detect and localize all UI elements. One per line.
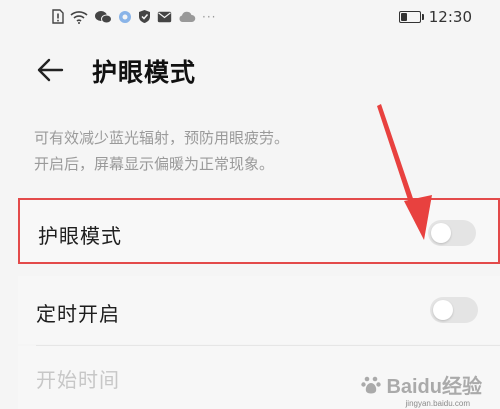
status-icons-right: 12:30: [398, 8, 472, 26]
eye-comfort-toggle[interactable]: [428, 220, 476, 246]
toggle-knob: [431, 223, 451, 243]
status-bar: ··· 12:30: [0, 0, 500, 34]
sim-warning-icon: [52, 9, 64, 24]
app-icon: [119, 10, 131, 23]
page-title: 护眼模式: [92, 58, 197, 87]
description-line-2: 开启后，屏幕显示偏暖为正常现象。: [34, 155, 275, 173]
wechat-icon: [95, 10, 112, 23]
setting-label-scheduled: 定时开启: [36, 302, 120, 326]
setting-label-start-time: 开始时间: [36, 368, 120, 392]
watermark-text: Baidu经验: [386, 376, 482, 398]
battery-level-fill: [400, 13, 407, 21]
app-header: 护眼模式: [0, 40, 500, 100]
watermark-url: jingyan.baidu.com: [405, 399, 470, 408]
more-dots-icon: ···: [202, 9, 217, 24]
email-icon: [157, 11, 172, 22]
feature-description: 可有效减少蓝光辐射，预防用眼疲劳。 开启后，屏幕显示偏暖为正常现象。: [34, 125, 289, 177]
scheduled-toggle[interactable]: [430, 297, 478, 323]
status-icons-left: ···: [52, 9, 216, 24]
watermark: Baidu经验: [360, 370, 482, 399]
shield-icon: [139, 10, 150, 23]
setting-label-eye-comfort: 护眼模式: [38, 224, 122, 248]
baidu-paw-logo: [361, 376, 382, 393]
eye-comfort-settings-page: ··· 12:30 护眼模式 可有效减少蓝光辐射，预防用眼疲劳。 开启后，屏幕显…: [0, 0, 500, 409]
setting-row-eye-comfort[interactable]: 护眼模式: [18, 198, 500, 264]
cloud-icon: [179, 11, 196, 22]
setting-row-scheduled[interactable]: 定时开启: [18, 276, 500, 344]
back-arrow-icon: [37, 58, 64, 82]
toggle-knob: [433, 300, 453, 320]
battery-icon: [398, 11, 424, 23]
wifi-icon: [70, 10, 88, 24]
back-button[interactable]: [32, 52, 68, 88]
status-time: 12:30: [428, 8, 472, 26]
description-line-1: 可有效减少蓝光辐射，预防用眼疲劳。: [34, 129, 290, 147]
